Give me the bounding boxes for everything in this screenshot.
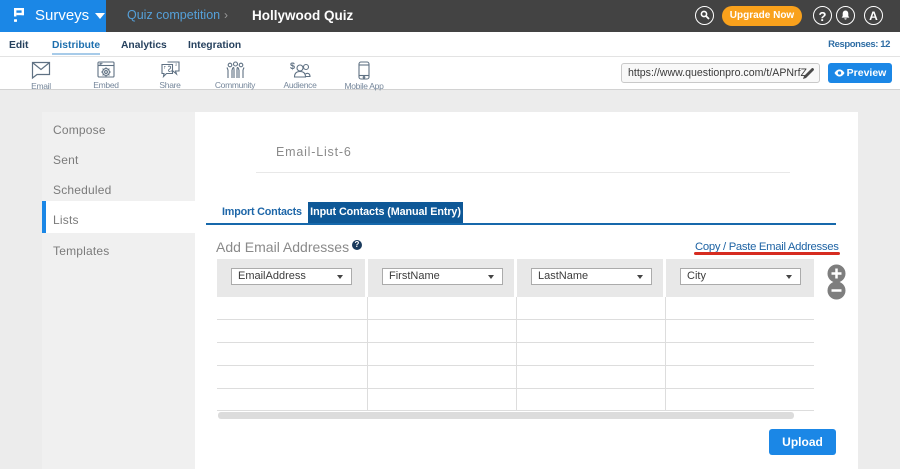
svg-text:$: $ bbox=[290, 61, 295, 71]
